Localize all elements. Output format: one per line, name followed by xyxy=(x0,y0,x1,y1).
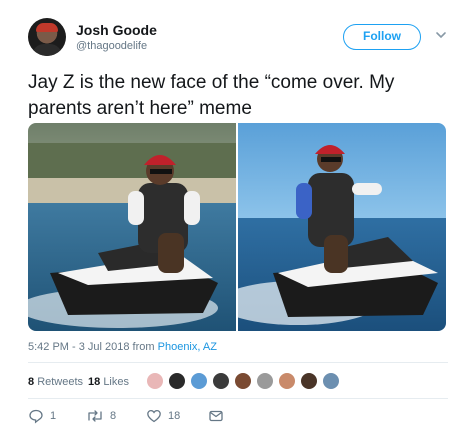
avatar-shirt xyxy=(32,44,62,56)
retweet-count: 8 xyxy=(110,410,117,422)
divider xyxy=(28,362,448,363)
reply-count: 1 xyxy=(50,410,57,422)
liker-avatar[interactable] xyxy=(256,372,274,390)
liker-avatar[interactable] xyxy=(212,372,230,390)
retweets-count: 8 xyxy=(28,376,35,388)
tweet-actions: 1 8 18 xyxy=(28,406,328,426)
like-action[interactable]: 18 xyxy=(146,406,180,426)
liker-avatar[interactable] xyxy=(190,372,208,390)
message-icon xyxy=(209,410,223,422)
jetski-photo-right[interactable] xyxy=(238,123,446,331)
tweet-text: Jay Z is the new face of the “come over.… xyxy=(28,72,395,119)
liker-avatar[interactable] xyxy=(168,372,186,390)
retweet-icon xyxy=(88,410,102,422)
tweet-stats: 8 Retweets 18 Likes xyxy=(28,370,448,394)
tweet-timestamp: 5:42 PM - 3 Jul 2018 from Phoenix, AZ xyxy=(28,341,217,353)
timestamp-time-date[interactable]: 5:42 PM - 3 Jul 2018 from xyxy=(28,341,158,353)
likes-label: Likes xyxy=(103,376,129,388)
divider xyxy=(28,398,448,399)
like-count: 18 xyxy=(168,410,181,422)
likes-stat[interactable]: 18 Likes xyxy=(88,376,129,388)
liker-avatar[interactable] xyxy=(278,372,296,390)
tweet-media[interactable] xyxy=(28,123,446,331)
author-handle[interactable]: @thagoodelife xyxy=(76,40,147,52)
avatar-cap xyxy=(36,23,58,32)
chevron-down-icon[interactable] xyxy=(434,28,448,42)
follow-button[interactable]: Follow xyxy=(343,24,421,50)
timestamp-location[interactable]: Phoenix, AZ xyxy=(158,341,217,353)
liker-avatar[interactable] xyxy=(300,372,318,390)
retweets-label: Retweets xyxy=(37,376,84,388)
retweet-action[interactable]: 8 xyxy=(86,406,116,426)
tweet-header: Josh Goode @thagoodelife Follow xyxy=(28,18,458,60)
retweets-stat[interactable]: 8 Retweets xyxy=(28,376,83,388)
avatar[interactable] xyxy=(28,18,66,56)
liker-avatar[interactable] xyxy=(146,372,164,390)
liker-avatar[interactable] xyxy=(322,372,340,390)
author-name[interactable]: Josh Goode xyxy=(76,22,157,38)
likes-count: 18 xyxy=(88,376,101,388)
message-action[interactable] xyxy=(208,406,224,426)
heart-icon xyxy=(147,409,161,423)
reply-icon xyxy=(29,409,43,424)
reply-action[interactable]: 1 xyxy=(28,406,56,426)
liker-avatar[interactable] xyxy=(234,372,252,390)
jetski-photo-left[interactable] xyxy=(28,123,236,331)
